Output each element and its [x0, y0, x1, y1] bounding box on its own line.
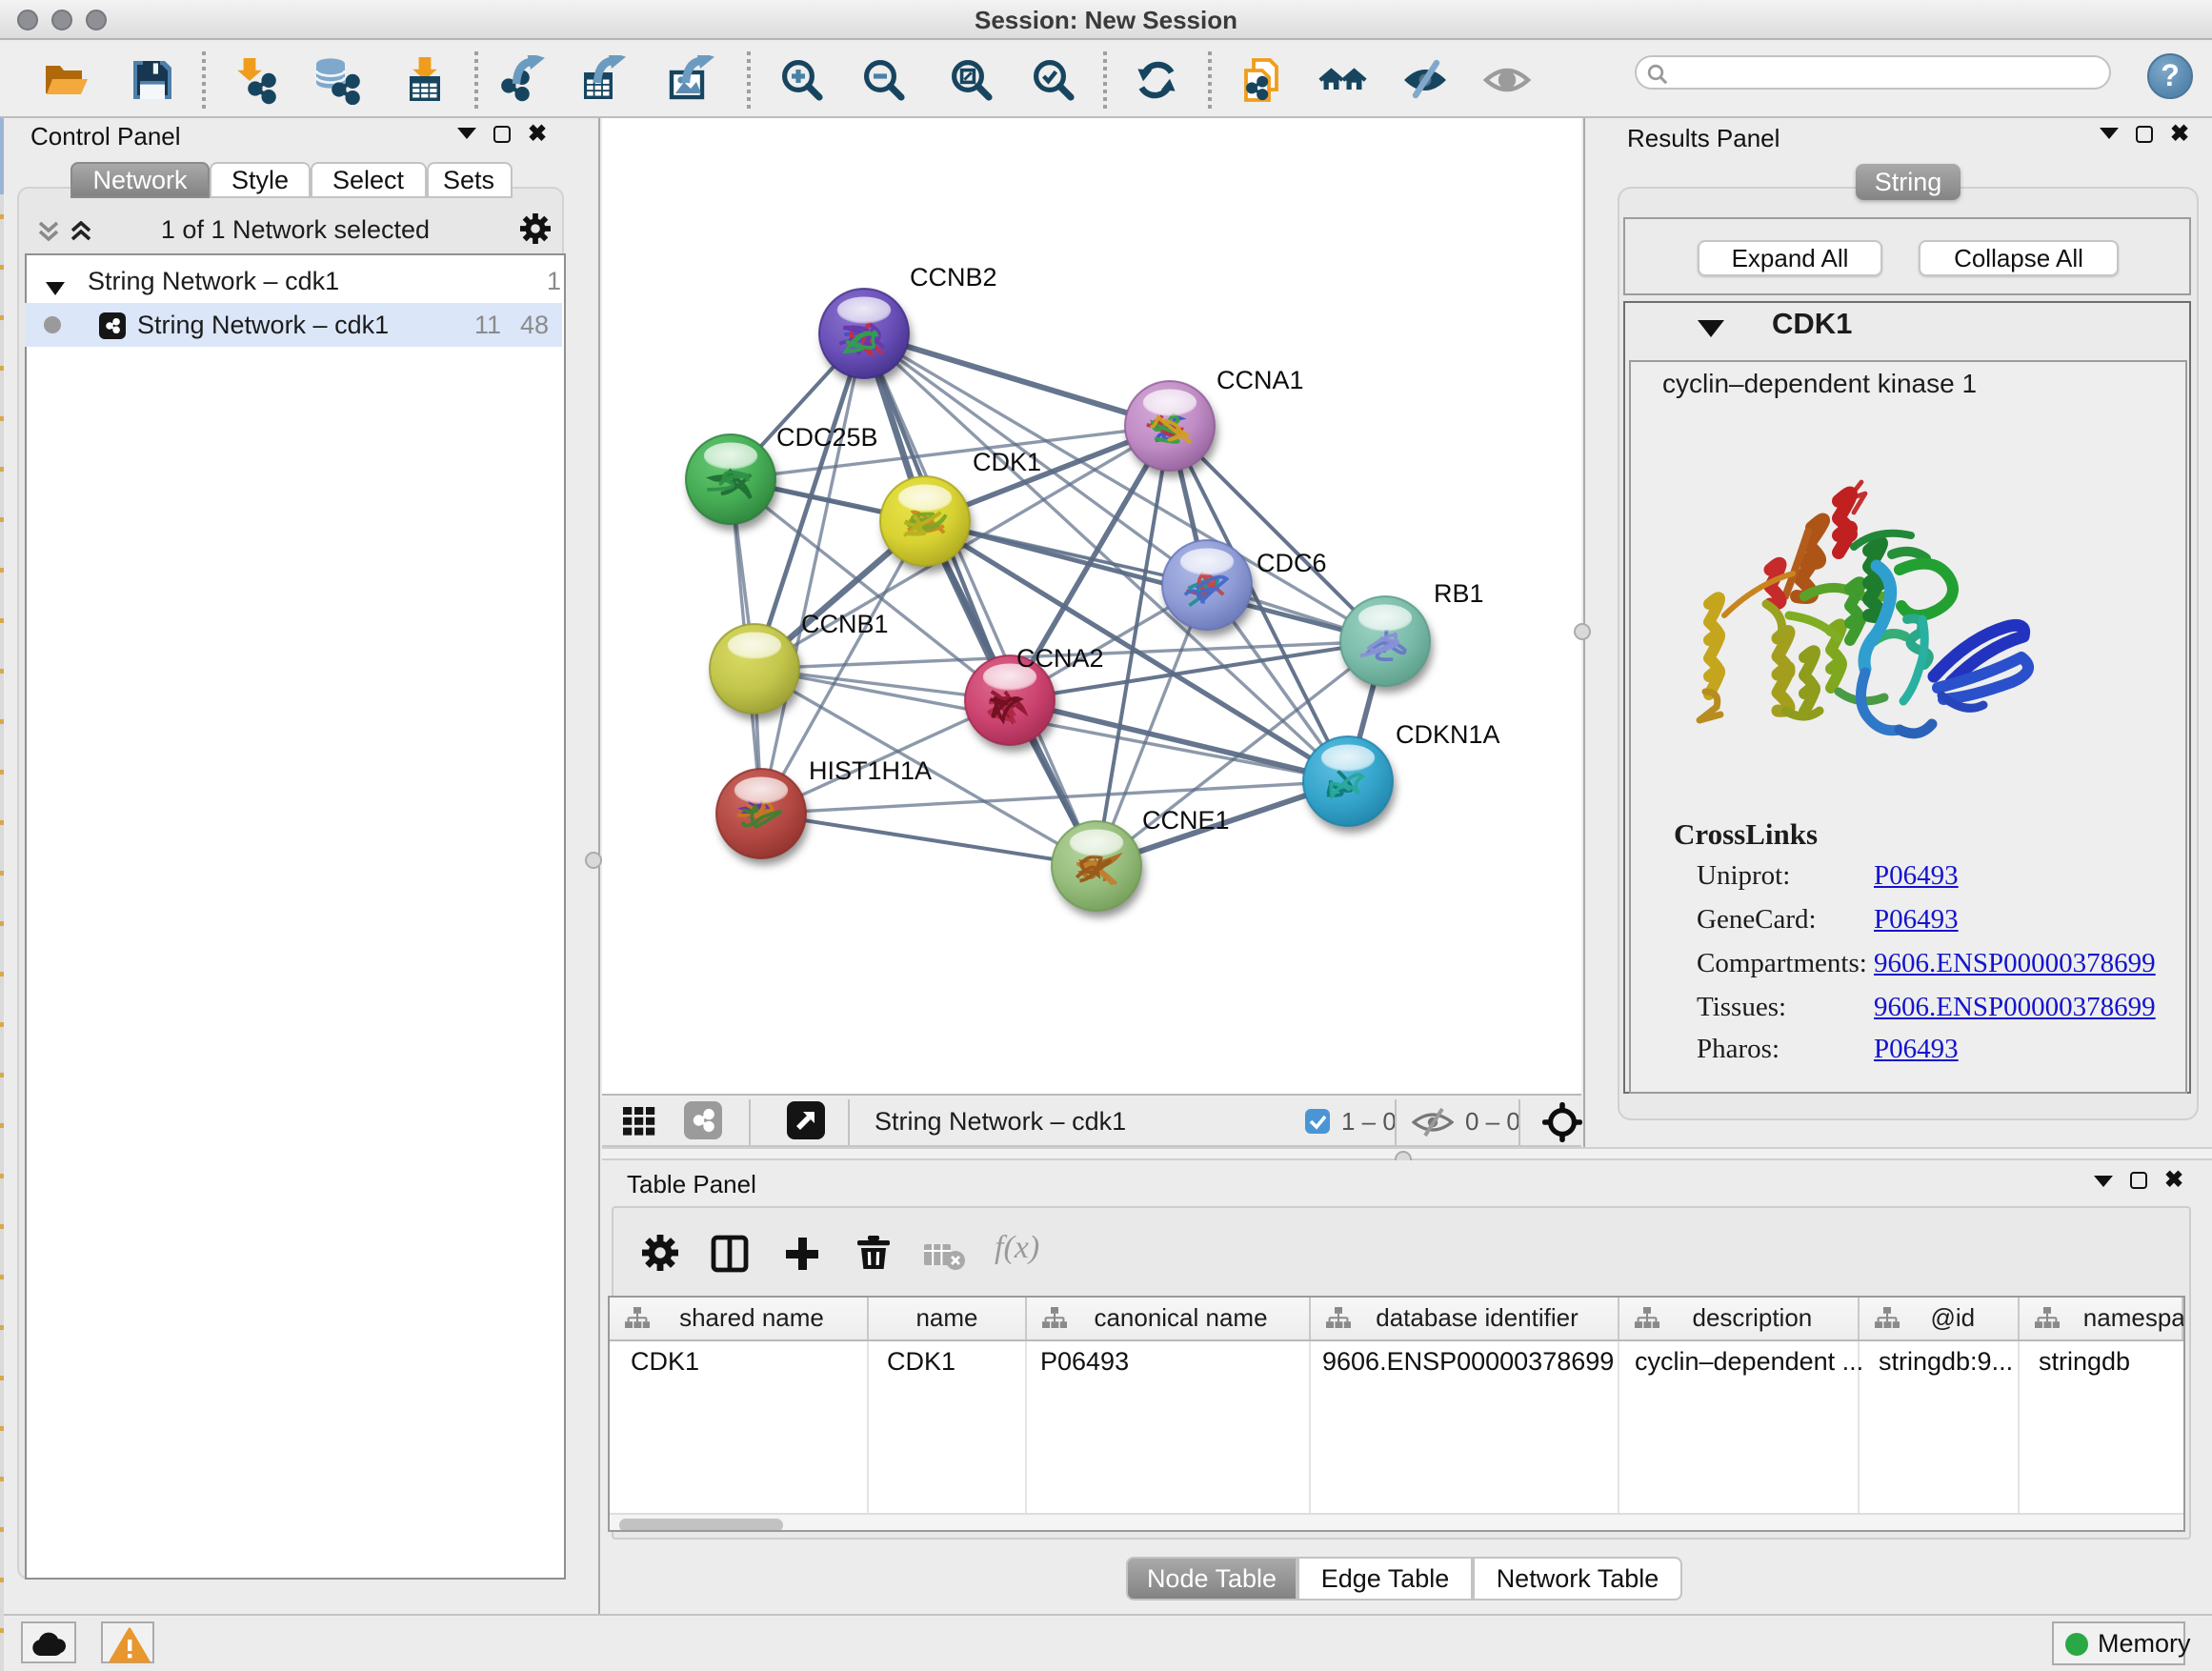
svg-text:CDKN1A: CDKN1A [1396, 720, 1500, 749]
svg-text:CCNE1: CCNE1 [1142, 806, 1230, 835]
svg-text:CDK1: CDK1 [973, 448, 1041, 476]
svg-text:CDC25B: CDC25B [776, 423, 878, 452]
svg-text:CCNB2: CCNB2 [910, 263, 997, 292]
svg-text:CCNA2: CCNA2 [1016, 644, 1104, 673]
svg-text:CCNB1: CCNB1 [801, 610, 889, 638]
svg-text:CDC6: CDC6 [1257, 549, 1327, 577]
svg-text:HIST1H1A: HIST1H1A [809, 756, 932, 785]
svg-text:RB1: RB1 [1434, 579, 1484, 608]
svg-text:CCNA1: CCNA1 [1217, 366, 1304, 394]
